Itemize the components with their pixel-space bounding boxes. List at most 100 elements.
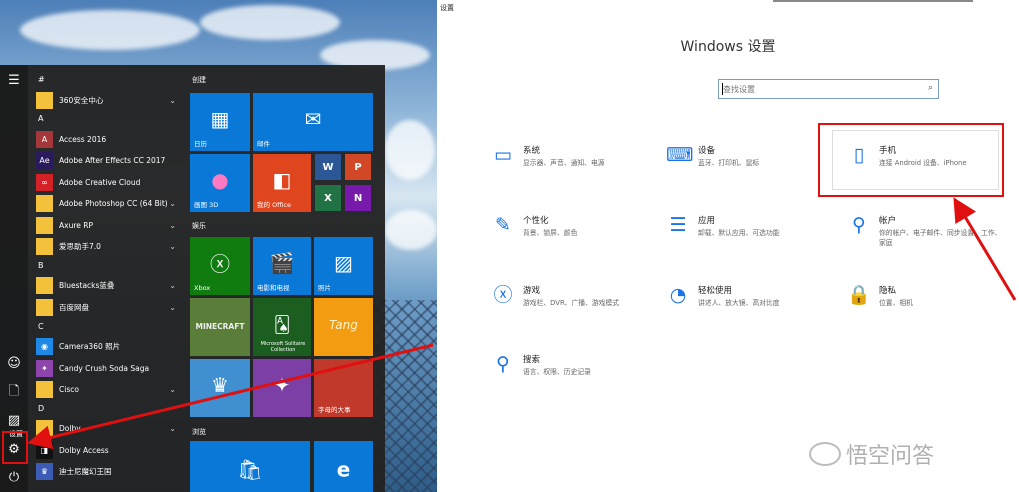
tile-edge[interactable]: e [314,441,373,492]
tile-paint3d[interactable]: ● 画图 3D [190,154,250,212]
settings-category-3[interactable]: ✎ 个性化 背景、锁屏、颜色 [491,213,651,253]
search-icon[interactable]: ⌕ [928,83,933,93]
tile-xbox[interactable]: ⓧ Xbox [190,237,250,295]
app-name: Camera360 照片 [59,342,121,352]
settings-category-8[interactable]: 🔒 隐私 位置、相机 [847,283,1007,323]
section-letter[interactable]: # [38,75,45,84]
app-list-item[interactable]: 360安全中心 ⌄ [36,91,182,109]
section-letter[interactable]: C [38,322,44,331]
excel-icon[interactable]: X [315,185,341,211]
hamburger-menu-icon[interactable]: ☰ [6,73,22,89]
camera360-icon: ◉ [36,338,53,356]
creative-cloud-icon: ∞ [36,173,53,191]
phone-icon: ▯ [853,144,865,166]
clapperboard-icon: 🎬 [269,251,295,276]
category-name: 轻松使用 [698,286,733,296]
xbox-logo-icon: ⓧ [210,252,230,277]
powerpoint-icon[interactable]: P [345,154,371,180]
pictures-icon[interactable]: ▨ [6,413,22,429]
category-name: 搜索 [523,355,541,365]
chevron-down-icon[interactable]: ⌄ [169,303,176,312]
app-list-item[interactable]: 爱思助手7.0 ⌄ [36,237,182,255]
app-list-item[interactable]: 百度网盘 ⌄ [36,298,182,316]
category-description: 连接 Android 设备、iPhone [879,159,967,167]
app-name: 迪士尼魔幻王国 [59,467,112,477]
tile-game4[interactable]: 字母的大事 [314,359,373,417]
folder-icon [36,216,53,234]
folder-icon [36,298,53,316]
onenote-icon[interactable]: N [345,185,371,211]
xbox-icon: ⓧ [493,284,513,306]
app-list-item[interactable]: Dolby ⌄ [36,420,182,438]
documents-icon[interactable]: 🗋 [6,384,22,400]
tile-candy[interactable]: ✦ [253,359,311,417]
cards-icon: 🂡 [273,315,291,335]
settings-category-5[interactable]: ⚲ 帐户 你的帐户、电子邮件、同步设置、工作、家庭 [847,213,1007,253]
app-list-item[interactable]: ◨ Dolby Access [36,441,182,459]
tile-minecraft[interactable]: MINECRAFT [190,298,250,356]
word-icon[interactable]: W [315,154,341,180]
disney-icon: ♛ [36,463,53,481]
app-list-item[interactable]: ∞ Adobe Creative Cloud [36,173,182,191]
settings-category-4[interactable]: ☰ 应用 卸载、默认应用、可选功能 [666,213,826,253]
tile-office[interactable]: ◧ 我的 Office [253,154,311,212]
disney-castle-icon: ♛ [211,373,229,398]
calendar-icon: ▦ [210,107,230,132]
app-name: Dolby Access [59,445,109,455]
tiles-panel: 创建 ▦ 日历 ✉ 邮件 ● 画图 3D ◧ 我的 Office W P X N… [190,65,385,492]
chevron-down-icon[interactable]: ⌄ [169,424,176,433]
tile-calendar[interactable]: ▦ 日历 [190,93,250,151]
app-list-item[interactable]: A Access 2016 [36,130,182,148]
settings-category-7[interactable]: ◔ 轻松使用讲述人、放大镜、高对比度 [666,283,826,323]
app-list-item[interactable]: ♛ 迪士尼魔幻王国 [36,463,182,481]
category-name: 应用 [698,216,716,226]
app-list-item[interactable]: ✦ Candy Crush Soda Saga [36,359,182,377]
user-avatar-icon[interactable]: ☺ [6,356,22,372]
search-input[interactable] [723,82,918,96]
access-icon: A [36,130,53,148]
settings-category-2[interactable]: ▯ 手机连接 Android 设备、iPhone [847,143,1007,183]
power-icon[interactable]: ⏻ [6,470,22,486]
tile-disney[interactable]: ♛ [190,359,250,417]
tile-group-entertainment: 娱乐 [192,222,206,230]
chevron-down-icon[interactable]: ⌄ [169,281,176,290]
category-name: 手机 [879,146,897,156]
ease-of-access-icon: ◔ [669,284,687,306]
tile-solitaire[interactable]: 🂡 Microsoft Solitaire Collection [253,298,311,356]
app-list-item[interactable]: Bluestacks蓝叠 ⌄ [36,277,182,295]
tile-store[interactable]: 🛍 [190,441,310,492]
store-bag-icon: 🛍 [237,456,263,481]
chevron-down-icon[interactable]: ⌄ [169,199,176,208]
settings-category-1[interactable]: ⌨ 设备 蓝牙、打印机、鼠标 [666,143,826,183]
section-letter[interactable]: D [38,404,44,413]
app-name: Access 2016 [59,134,107,144]
section-letter[interactable]: A [38,114,43,123]
app-list-item[interactable]: Adobe Photoshop CC (64 Bit) ⌄ [36,195,182,213]
category-description: 语言、权限、历史记录 [523,368,591,376]
settings-category-9[interactable]: ⚲ 搜索 语言、权限、历史记录 [491,352,651,392]
folder-icon [36,91,53,109]
chevron-down-icon[interactable]: ⌄ [169,96,176,105]
settings-category-6[interactable]: ⓧ 游戏 游戏栏、DVR、广播、游戏模式 [491,283,651,323]
folder-icon [36,420,53,438]
tile-mail[interactable]: ✉ 邮件 [253,93,373,151]
chevron-down-icon[interactable]: ⌄ [169,221,176,230]
chevron-down-icon[interactable]: ⌄ [169,385,176,394]
tile-tang[interactable]: Tang [314,298,373,356]
tile-movies[interactable]: 🎬 电影和电视 [253,237,311,295]
app-list-item[interactable]: Cisco ⌄ [36,380,182,398]
app-list-item[interactable]: ◉ Camera360 照片 [36,338,182,356]
category-name: 游戏 [523,286,541,296]
office-icon: ◧ [272,168,292,193]
category-description: 蓝牙、打印机、鼠标 [698,159,760,167]
app-list-item[interactable]: Ae Adobe After Effects CC 2017 [36,152,182,170]
tile-photos[interactable]: ▨ 照片 [314,237,373,295]
chevron-down-icon[interactable]: ⌄ [169,242,176,251]
devices-icon: ⌨ [666,144,694,166]
app-list-item[interactable]: Axure RP ⌄ [36,216,182,234]
section-letter[interactable]: B [38,261,44,270]
category-description: 讲述人、放大镜、高对比度 [698,299,780,307]
search-box[interactable]: ⌕ [718,79,939,99]
settings-category-0[interactable]: ▭ 系统 显示器、声音、通知、电源 [491,143,651,183]
app-name: Bluestacks蓝叠 [59,281,115,291]
